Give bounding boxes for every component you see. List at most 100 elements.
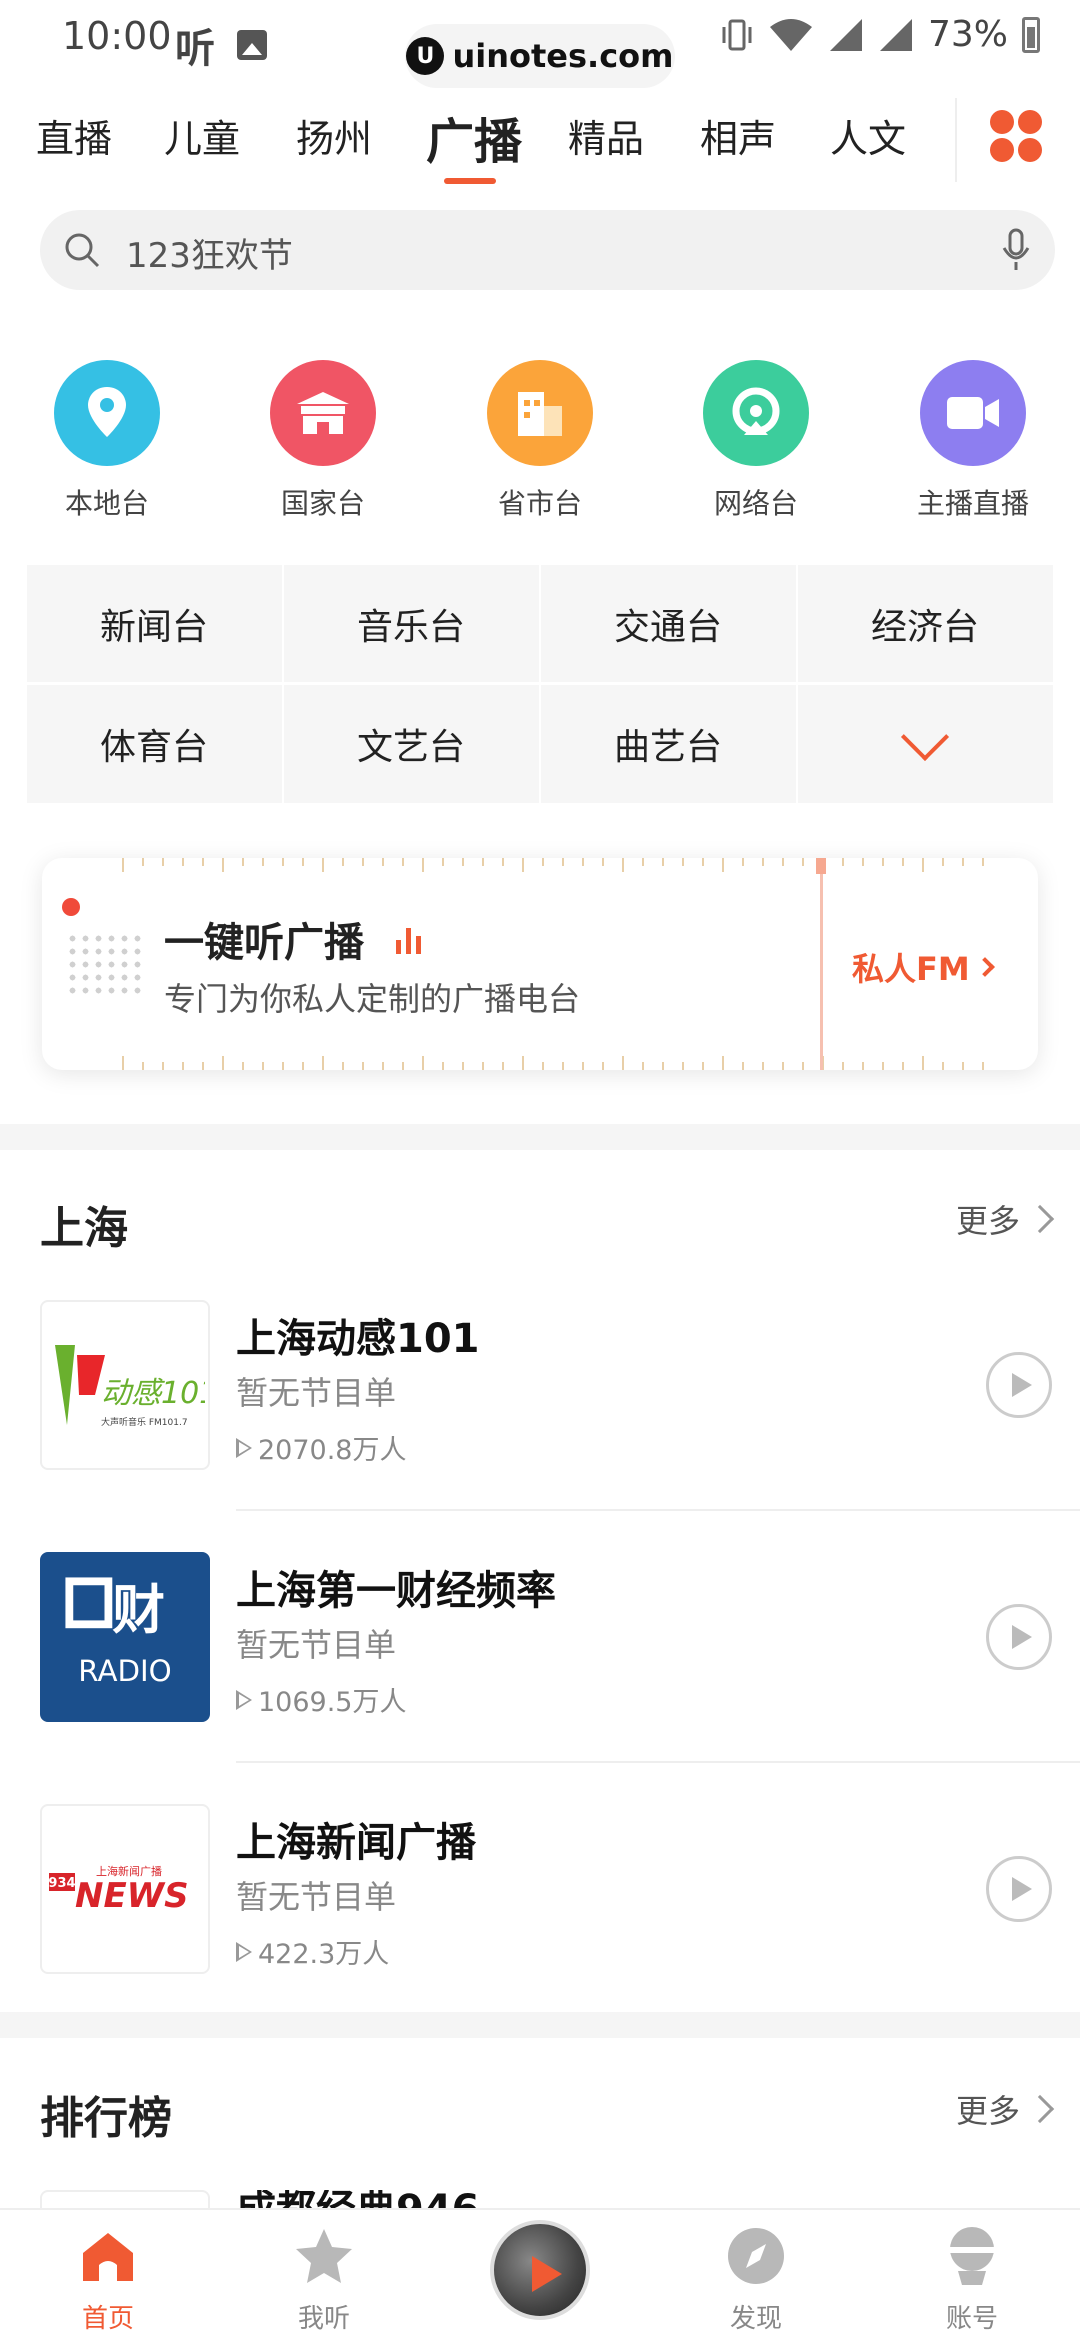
nav-label: 我听 <box>297 2304 350 2334</box>
row-divider <box>236 1509 1080 1511</box>
watermark-logo-icon: U <box>406 37 445 75</box>
ranking-station-logo <box>40 2190 210 2208</box>
dial-tick <box>282 858 284 866</box>
quick-link-anchor-live[interactable]: 主播直播 <box>888 360 1058 522</box>
station-logo-subtext: RADIO <box>78 1654 171 1688</box>
quick-link-provincial[interactable]: 省市台 <box>455 360 625 522</box>
dial-tick <box>162 858 164 866</box>
tab-crosstalk[interactable]: 相声 <box>700 108 776 163</box>
dial-tick <box>402 858 404 866</box>
station-type-sports[interactable]: 体育台 <box>27 685 281 802</box>
dial-tick <box>482 1062 484 1070</box>
dial-tick <box>382 1062 384 1070</box>
station-type-arts[interactable]: 文艺台 <box>284 685 538 802</box>
dial-tick <box>622 1056 624 1070</box>
dial-tick <box>662 858 664 866</box>
dial-tick <box>642 1062 644 1070</box>
dial-tick <box>122 858 124 872</box>
dial-tick <box>142 858 144 866</box>
dial-tick <box>482 858 484 866</box>
dial-tick <box>342 858 344 866</box>
nav-my-listening[interactable]: 我听 <box>249 2224 399 2335</box>
section-separator <box>0 1124 1080 1150</box>
quick-link-network[interactable]: 网络台 <box>671 360 841 522</box>
station-type-traffic[interactable]: 交通台 <box>541 565 795 682</box>
play-button[interactable] <box>986 1352 1052 1418</box>
tab-premium[interactable]: 精品 <box>568 108 644 163</box>
nav-discover[interactable]: 发现 <box>681 2224 831 2335</box>
dial-tick <box>782 1062 784 1070</box>
dial-tick <box>742 1062 744 1070</box>
dial-tick <box>862 1062 864 1070</box>
watermark-text: uinotes.com <box>452 37 674 75</box>
live-dot-icon <box>62 898 80 916</box>
dial-tick <box>562 858 564 866</box>
status-notification-icons: 听 <box>175 16 267 74</box>
dial-tick <box>762 1062 764 1070</box>
search-placeholder: 123狂欢节 <box>126 236 293 276</box>
quick-link-label: 省市台 <box>497 487 582 520</box>
cell-signal-2-icon <box>879 18 912 51</box>
nav-home[interactable]: 首页 <box>33 2224 183 2335</box>
station-name: 上海第一财经频率 <box>236 1568 556 1614</box>
search-bar[interactable]: 123狂欢节 <box>40 210 1055 290</box>
tab-broadcast[interactable]: 广播 <box>426 102 522 172</box>
station-type-news[interactable]: 新闻台 <box>27 565 281 682</box>
image-notification-icon <box>237 30 267 60</box>
dial-tick <box>902 1062 904 1070</box>
quick-link-national[interactable]: 国家台 <box>238 360 408 522</box>
more-label: 更多 <box>955 1202 1020 1240</box>
tab-yangzhou[interactable]: 扬州 <box>296 108 372 163</box>
section-title-ranking: 排行榜 <box>40 2093 172 2144</box>
station-name: 上海动感101 <box>236 1316 480 1362</box>
nav-account[interactable]: 账号 <box>897 2224 1047 2335</box>
tab-humanities[interactable]: 人文 <box>830 108 906 163</box>
nav-label: 首页 <box>81 2304 134 2334</box>
location-pin-icon <box>54 360 160 466</box>
private-fm-card[interactable]: 一键听广播 专门为你私人定制的广播电台 私人FM <box>42 858 1038 1070</box>
wifi-icon <box>769 18 812 51</box>
play-icon <box>1011 1373 1032 1397</box>
battery-icon <box>1022 16 1040 53</box>
station-type-music[interactable]: 音乐台 <box>284 565 538 682</box>
dial-tick <box>522 858 524 872</box>
fm-dial-ticks-top <box>122 858 984 874</box>
quick-link-local[interactable]: 本地台 <box>22 360 192 522</box>
station-row[interactable]: 动感101 大声听音乐 FM101.7 上海动感101 暂无节目单 2070.8… <box>0 1300 1080 1550</box>
microphone-icon[interactable] <box>1001 228 1031 272</box>
nav-label: 账号 <box>945 2304 998 2334</box>
chevron-right-icon <box>1025 2094 1055 2124</box>
player-disc-icon[interactable] <box>490 2220 590 2320</box>
private-fm-label: 私人FM <box>852 950 970 988</box>
dial-tick <box>242 1062 244 1070</box>
dial-tick <box>222 1056 224 1070</box>
private-fm-button[interactable]: 私人FM <box>852 944 995 990</box>
station-schedule: 暂无节目单 <box>236 1626 397 1664</box>
category-grid-icon[interactable] <box>990 110 1044 164</box>
dial-tick <box>342 1062 344 1070</box>
dial-tick <box>322 1056 324 1070</box>
chevron-down-icon <box>900 712 950 761</box>
station-type-folk-arts[interactable]: 曲艺台 <box>541 685 795 802</box>
dial-tick <box>882 858 884 866</box>
station-row[interactable]: 财 RADIO 上海第一财经频率 暂无节目单 1069.5万人 <box>0 1552 1080 1802</box>
expand-button[interactable] <box>798 685 1052 802</box>
dial-tick <box>942 858 944 866</box>
dial-tick <box>462 858 464 866</box>
station-type-economy[interactable]: 经济台 <box>798 565 1052 682</box>
dial-tick <box>702 1062 704 1070</box>
play-button[interactable] <box>986 1604 1052 1670</box>
tab-live[interactable]: 直播 <box>36 108 112 163</box>
play-button[interactable] <box>986 1856 1052 1922</box>
dial-tick <box>502 1062 504 1070</box>
tab-kids[interactable]: 儿童 <box>164 108 240 163</box>
shanghai-more-button[interactable]: 更多 <box>955 1196 1055 1242</box>
play-count-icon <box>236 1437 252 1458</box>
dial-tick <box>422 858 424 872</box>
station-name: 上海新闻广播 <box>236 1820 476 1866</box>
dial-tick <box>782 858 784 866</box>
ranking-more-button[interactable]: 更多 <box>956 2086 1055 2132</box>
active-tab-indicator <box>444 178 496 184</box>
station-logo-text: 财 <box>112 1580 165 1641</box>
buildings-icon <box>487 360 593 466</box>
